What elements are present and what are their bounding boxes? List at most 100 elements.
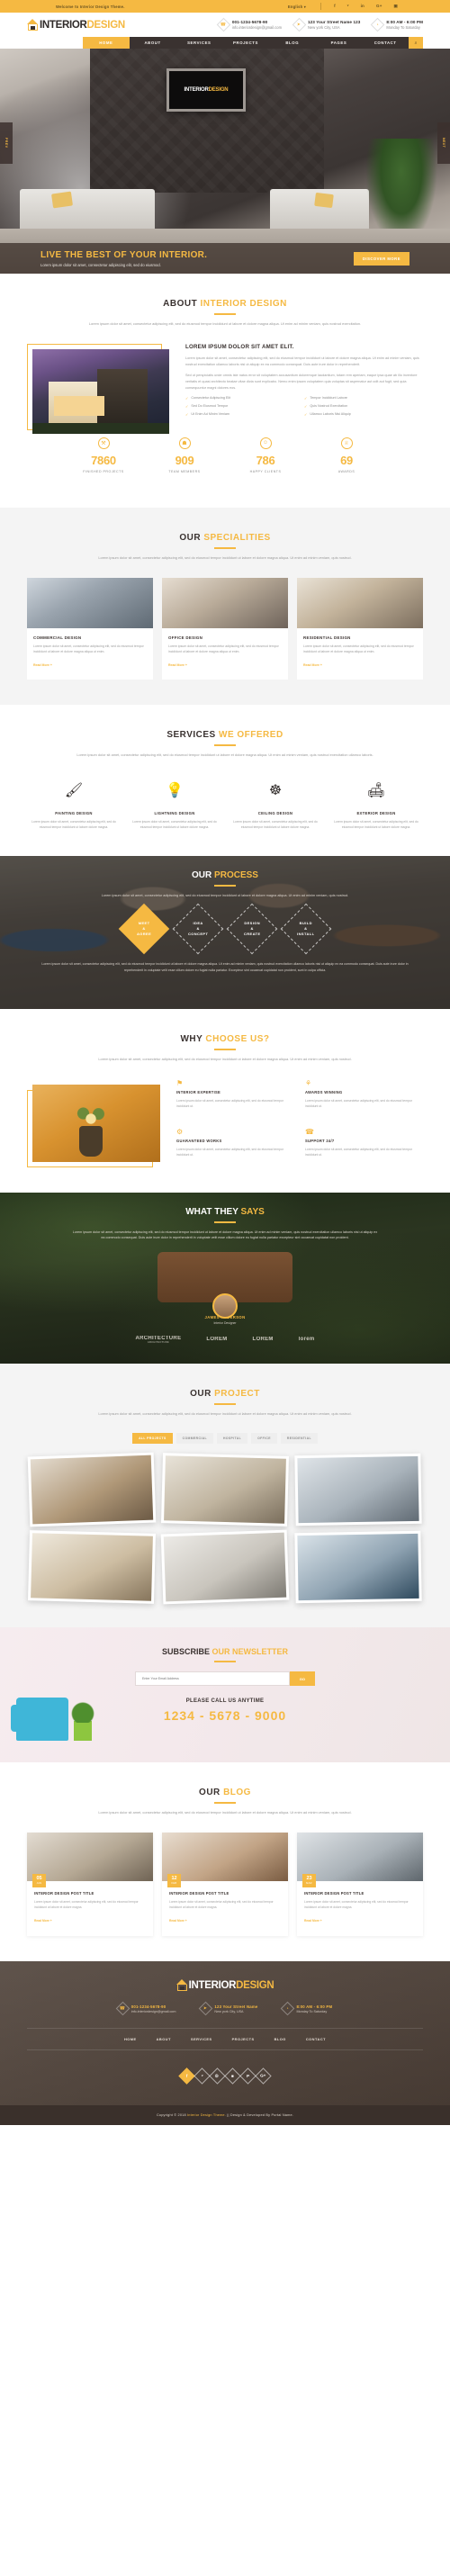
footer-nav-about[interactable]: ABOUT — [157, 2037, 171, 2041]
heading-rule — [214, 1802, 236, 1805]
projects-grid — [27, 1452, 423, 1605]
why-feature-support: ☎ SUPPORT 24/7 Lorem ipsum dolor sit ame… — [305, 1128, 423, 1167]
project-thumbnail[interactable] — [294, 1454, 422, 1527]
stat-label: AWARDS — [338, 469, 356, 473]
stat-happy-clients: ☺ 786 HAPPY CLIENTS — [225, 437, 306, 473]
process-step-1[interactable]: MEET & AGREE — [118, 904, 170, 955]
search-icon[interactable]: ⌕ — [409, 37, 424, 49]
newsletter-heading-dark: SUBSCRIBE — [161, 1647, 210, 1657]
nav-item-projects[interactable]: PROJECTS — [222, 37, 269, 49]
footer-nav-contact[interactable]: CONTACT — [306, 2037, 326, 2041]
facebook-icon[interactable]: f — [178, 2067, 195, 2085]
why-features: ⚑ INTERIOR EXPERTISE Lorem ipsum dolor s… — [176, 1079, 423, 1167]
nav-item-home[interactable]: HOME — [83, 37, 130, 49]
process-step-2[interactable]: IDEA & CONCEPT — [172, 904, 224, 955]
google-plus-icon[interactable]: G+ — [376, 4, 382, 9]
services-heading-amber: WE OFFERED — [219, 730, 284, 741]
project-thumbnail[interactable] — [27, 1452, 157, 1527]
service-title: PAINTING DESIGN — [55, 811, 93, 816]
house-logo-icon — [176, 1979, 188, 1992]
hero-next-button[interactable]: NEXT — [437, 122, 450, 164]
hero-pillow-2 — [314, 192, 334, 209]
speciality-thumbnail — [162, 577, 288, 628]
newsletter-form: GO — [135, 1671, 315, 1687]
project-thumbnail[interactable] — [294, 1531, 422, 1604]
blog-read-more[interactable]: Read More + — [169, 1919, 187, 1923]
blog-post[interactable]: 05 JAN INTERIOR DESIGN POST TITLE Lorem i… — [27, 1833, 153, 1937]
project-thumbnail[interactable] — [160, 1529, 290, 1605]
footer-nav-projects[interactable]: PROJECTS — [232, 2037, 255, 2041]
why-feature-text: Lorem ipsum dolor sit amet, consectetur … — [176, 1147, 284, 1157]
service-exterior[interactable]: 🛋 EXTERIOR DESIGN Lorem ipsum dolor sit … — [329, 775, 423, 831]
filter-all-projects[interactable]: ALL PROJECTS — [132, 1433, 173, 1445]
speciality-card[interactable]: RESIDENTIAL DESIGN Lorem ipsum dolor sit… — [297, 577, 423, 680]
stat-number: 69 — [340, 453, 353, 467]
blog-read-more[interactable]: Read More + — [34, 1919, 52, 1923]
blog-read-more[interactable]: Read More + — [304, 1919, 322, 1923]
project-thumbnail[interactable] — [28, 1530, 156, 1605]
blog-post[interactable]: 12 FEB INTERIOR DESIGN POST TITLE Lorem i… — [162, 1833, 288, 1937]
speciality-read-more[interactable]: Read More + — [303, 663, 322, 667]
hero-prev-button[interactable]: PREV — [0, 122, 13, 164]
blog-heading-dark: OUR — [199, 1788, 220, 1798]
twitter-icon[interactable]: ᵛ — [347, 4, 349, 9]
hero-tv-logo-part2: DESIGN — [208, 87, 229, 93]
why-feature-title: GUARANTEED WORKS — [176, 1138, 222, 1143]
instagram-icon[interactable]: ◎ — [209, 2067, 226, 2085]
about-feature-list: Consectetur Adipiscing Elit Tempor Incid… — [185, 396, 423, 420]
trophy-icon: ♕ — [340, 437, 353, 449]
process-step-line1: MEET — [138, 921, 150, 926]
facebook-icon[interactable]: f — [334, 4, 336, 9]
newsletter-submit-button[interactable]: GO — [289, 1671, 315, 1687]
filter-hospital[interactable]: HOSPITAL — [216, 1433, 248, 1445]
nav-item-services[interactable]: SERVICES — [176, 37, 222, 49]
about-paragraph-2: Sed ut perspiciatis unde omnis iste natu… — [185, 373, 418, 390]
stat-label: FINISHED PROJECTS — [83, 469, 124, 473]
service-ceiling[interactable]: ☸ CEILING DESIGN Lorem ipsum dolor sit a… — [229, 775, 322, 831]
service-lightning[interactable]: 💡 LIGHTNING DESIGN Lorem ipsum dolor sit… — [128, 775, 221, 831]
language-selector[interactable]: English ▾ — [288, 5, 306, 9]
speciality-read-more[interactable]: Read More + — [168, 663, 187, 667]
speciality-text: Lorem ipsum dolor sit amet, consectetur … — [168, 644, 279, 653]
newsletter-pot-decor — [74, 1721, 92, 1742]
linkedin-icon[interactable]: in — [361, 4, 364, 9]
footer-logo[interactable]: INTERIORDESIGN — [27, 1979, 423, 1992]
dribbble-icon[interactable]: ■ — [224, 2067, 241, 2085]
process-step-3[interactable]: DESIGN & CREATE — [226, 904, 278, 955]
speciality-card[interactable]: OFFICE DESIGN Lorem ipsum dolor sit amet… — [162, 577, 288, 680]
instagram-icon[interactable]: ▣ — [394, 4, 398, 9]
footer-phone-sub: info.interiordesign@gmail.com — [130, 2009, 176, 2013]
nav-item-pages[interactable]: PAGES — [316, 37, 363, 49]
about-heading-amber: INTERIOR DESIGN — [200, 299, 287, 309]
speciality-card[interactable]: COMMERCIAL DESIGN Lorem ipsum dolor sit … — [27, 577, 153, 680]
nav-item-blog[interactable]: BLOG — [269, 37, 316, 49]
speciality-read-more[interactable]: Read More + — [33, 663, 52, 667]
process-step-4[interactable]: BUILD & INSTALL — [280, 904, 332, 955]
heading-rule — [214, 1402, 236, 1405]
hero-cta-button[interactable]: DISCOVER MORE — [353, 251, 410, 266]
header-contact-info: ☎ 001-1234-5678-90 info.interiordesign@gm… — [216, 17, 423, 32]
footer-nav-services[interactable]: SERVICES — [191, 2037, 212, 2041]
google-plus-icon[interactable]: G+ — [255, 2067, 272, 2085]
service-painting[interactable]: 🖌 PAINTING DESIGN Lorem ipsum dolor sit … — [27, 775, 121, 831]
header-hours-sub: Monday To Saturday — [386, 25, 420, 30]
clock-icon: ◔ — [371, 17, 385, 32]
newsletter-phone-number: 1234 - 5678 - 9000 — [163, 1708, 287, 1724]
site-logo[interactable]: INTERIORDESIGN — [27, 19, 125, 31]
pinterest-icon[interactable]: P — [239, 2067, 256, 2085]
nav-item-contact[interactable]: CONTACT — [362, 37, 409, 49]
filter-residential[interactable]: RESIDENTIAL — [280, 1433, 318, 1445]
chevron-down-icon: ▾ — [303, 4, 307, 9]
header-phone-sub: info.interiordesign@gmail.com — [231, 25, 282, 30]
twitter-icon[interactable]: ᵛ — [194, 2067, 211, 2085]
site-footer: INTERIORDESIGN ☎ 001-1234-5678-90 info.in… — [0, 1961, 450, 2106]
nav-item-about[interactable]: ABOUT — [130, 37, 176, 49]
projects-heading-block: OUR PROJECT Lorem ipsum dolor sit amet, … — [27, 1389, 423, 1418]
project-thumbnail[interactable] — [161, 1453, 289, 1527]
footer-nav-home[interactable]: HOME — [124, 2037, 137, 2041]
filter-office[interactable]: OFFICE — [251, 1433, 277, 1445]
footer-nav-blog[interactable]: BLOG — [274, 2037, 286, 2041]
blog-post[interactable]: 23 MAR INTERIOR DESIGN POST TITLE Lorem i… — [297, 1833, 423, 1937]
filter-commercial[interactable]: COMMERCIAL — [176, 1433, 213, 1445]
newsletter-email-input[interactable] — [135, 1671, 290, 1687]
